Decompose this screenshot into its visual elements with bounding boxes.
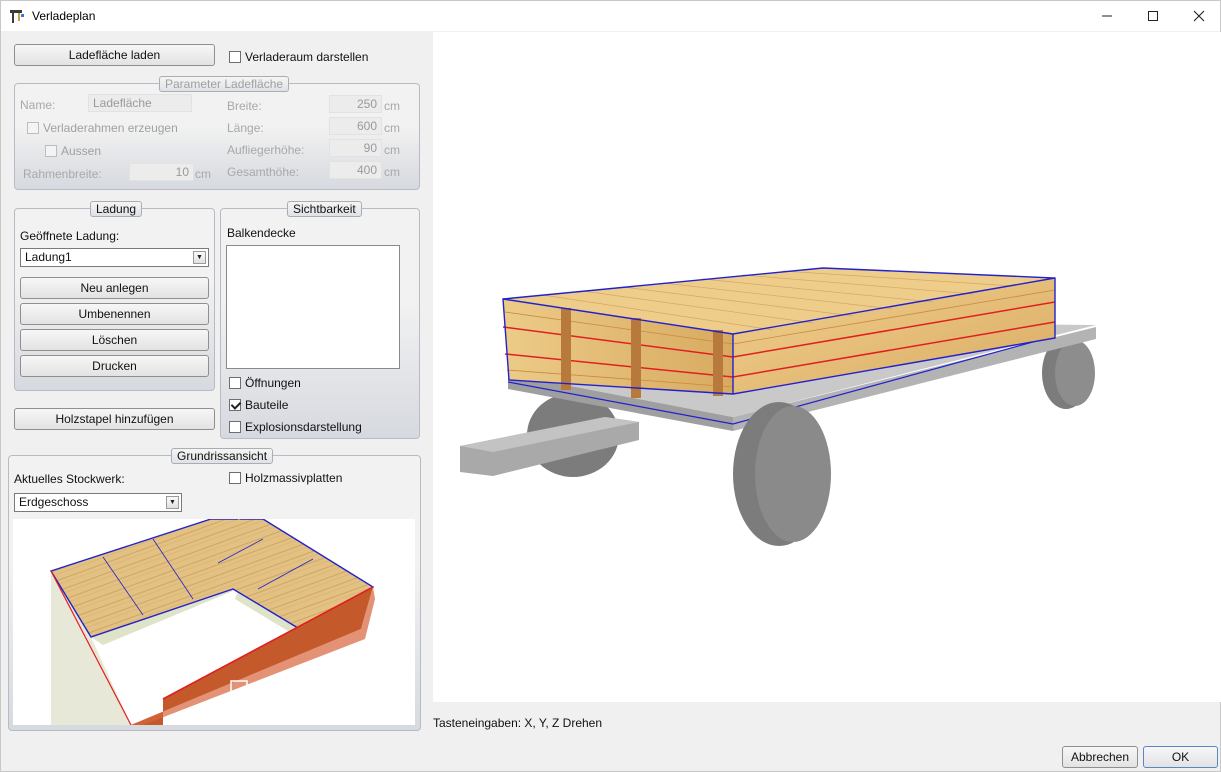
frame-width-field[interactable]: 10 <box>129 163 194 181</box>
parameter-group-title: Parameter Ladefläche <box>159 76 290 92</box>
floor-plan-render <box>49 491 375 726</box>
trailer-height-field[interactable]: 90 <box>329 139 382 157</box>
3d-viewport[interactable] <box>433 32 1221 702</box>
explosion-checkbox-label: Explosionsdarstellung <box>245 420 362 434</box>
outside-checkbox[interactable]: Aussen <box>45 144 101 158</box>
wood-post-3 <box>713 330 723 396</box>
show-loading-space-box[interactable] <box>229 51 241 63</box>
outside-checkbox-box[interactable] <box>45 145 57 157</box>
opened-load-select[interactable]: Ladung1 ▼ <box>20 248 209 267</box>
grundriss-group-title: Grundrissansicht <box>171 448 274 464</box>
ok-button[interactable]: OK <box>1143 746 1218 768</box>
opened-load-label: Geöffnete Ladung: <box>20 229 120 243</box>
opened-load-value: Ladung1 <box>25 250 72 264</box>
maximize-icon <box>1148 11 1158 21</box>
app-icon <box>10 10 24 23</box>
clt-checkbox[interactable]: Holzmassivplatten <box>229 471 342 485</box>
new-load-button[interactable]: Neu anlegen <box>20 277 209 299</box>
total-height-label: Gesamthöhe: <box>227 165 300 179</box>
components-checkbox[interactable]: Bauteile <box>229 398 288 412</box>
outside-checkbox-label: Aussen <box>61 144 102 158</box>
minimize-icon <box>1102 15 1112 17</box>
ladung-group-title: Ladung <box>90 201 143 217</box>
components-checkbox-label: Bauteile <box>245 398 289 412</box>
openings-checkbox-label: Öffnungen <box>245 376 301 390</box>
floor-plan-preview[interactable] <box>13 491 415 726</box>
show-loading-space-label: Verladeraum darstellen <box>245 50 369 64</box>
chevron-down-icon[interactable]: ▼ <box>166 496 179 509</box>
current-floor-select[interactable]: Erdgeschoss ▼ <box>14 493 182 512</box>
clt-checkbox-box[interactable] <box>229 472 241 484</box>
frame-checkbox[interactable]: Verladerahmen erzeugen <box>27 121 178 135</box>
frame-width-unit: cm <box>195 167 211 181</box>
explosion-checkbox[interactable]: Explosionsdarstellung <box>229 420 362 434</box>
verladeplan-window: Verladeplan Ladefläche laden Verladeraum… <box>0 0 1221 772</box>
wood-post-1 <box>561 308 571 390</box>
length-field[interactable]: 600 <box>329 117 382 135</box>
delete-load-button[interactable]: Löschen <box>20 329 209 351</box>
explosion-checkbox-box[interactable] <box>229 421 241 433</box>
width-unit: cm <box>384 99 400 113</box>
window-title: Verladeplan <box>32 9 96 23</box>
minimize-button[interactable] <box>1084 1 1130 31</box>
openings-checkbox[interactable]: Öffnungen <box>229 376 301 390</box>
maximize-button[interactable] <box>1130 1 1176 31</box>
wood-post-2 <box>631 318 641 398</box>
title-bar: Verladeplan <box>1 1 1220 31</box>
length-unit: cm <box>384 121 400 135</box>
name-label: Name: <box>20 98 56 112</box>
length-label: Länge: <box>227 121 264 135</box>
beam-ceiling-label: Balkendecke <box>227 226 296 240</box>
close-button[interactable] <box>1176 1 1221 31</box>
key-hint-status: Tasteneingaben: X, Y, Z Drehen <box>433 716 603 730</box>
chevron-down-icon[interactable]: ▼ <box>193 251 206 264</box>
visibility-listbox[interactable] <box>226 245 400 369</box>
trailer-height-unit: cm <box>384 143 400 157</box>
trailer-3d-render <box>460 267 1096 546</box>
frame-width-label: Rahmenbreite: <box>23 167 102 181</box>
load-loading-area-button[interactable]: Ladefläche laden <box>14 44 215 66</box>
openings-checkbox-box[interactable] <box>229 377 241 389</box>
width-label: Breite: <box>227 99 262 113</box>
total-height-unit: cm <box>384 165 400 179</box>
show-loading-space-checkbox[interactable]: Verladeraum darstellen <box>229 50 368 64</box>
trailer-height-label: Aufliegerhöhe: <box>227 143 305 157</box>
print-load-button[interactable]: Drucken <box>20 355 209 377</box>
add-wood-stack-button[interactable]: Holzstapel hinzufügen <box>14 408 215 430</box>
current-floor-label: Aktuelles Stockwerk: <box>14 472 125 486</box>
sichtbarkeit-group-title: Sichtbarkeit <box>287 201 362 217</box>
cancel-button[interactable]: Abbrechen <box>1062 746 1138 768</box>
width-field[interactable]: 250 <box>329 95 382 113</box>
rename-load-button[interactable]: Umbenennen <box>20 303 209 325</box>
current-floor-value: Erdgeschoss <box>19 495 89 509</box>
total-height-field[interactable]: 400 <box>329 161 382 179</box>
name-field[interactable]: Ladefläche <box>88 94 192 112</box>
frame-checkbox-box[interactable] <box>27 122 39 134</box>
components-checkbox-box[interactable] <box>229 399 241 411</box>
frame-checkbox-label: Verladerahmen erzeugen <box>43 121 178 135</box>
close-icon <box>1193 10 1205 22</box>
clt-checkbox-label: Holzmassivplatten <box>245 471 343 485</box>
